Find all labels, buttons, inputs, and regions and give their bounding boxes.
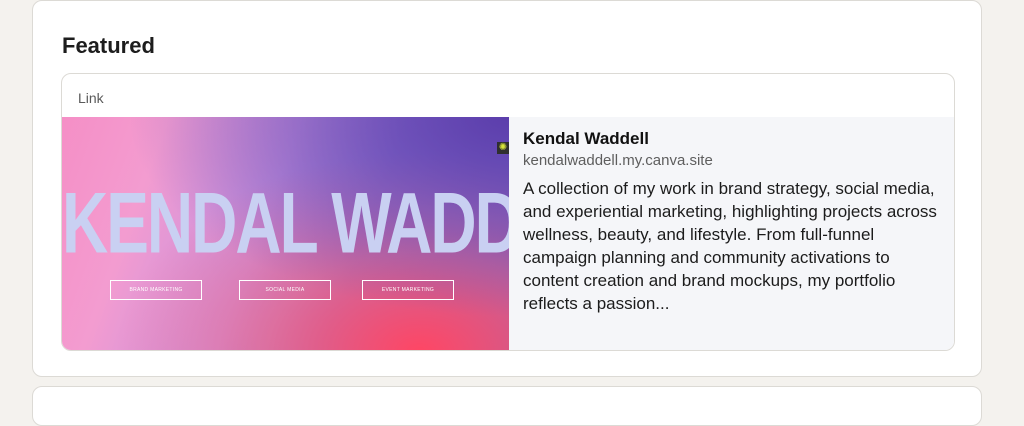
featured-link-item[interactable]: Link KENDAL WADDELL BRAND MARKETING SOCI…	[61, 73, 955, 351]
link-url: kendalwaddell.my.canva.site	[523, 152, 713, 169]
preview-button-brand-marketing: BRAND MARKETING	[110, 280, 202, 300]
preview-button-social-media: SOCIAL MEDIA	[239, 280, 331, 300]
link-description: A collection of my work in brand strateg…	[523, 179, 937, 313]
link-preview-image[interactable]: KENDAL WADDELL BRAND MARKETING SOCIAL ME…	[62, 117, 509, 350]
preview-button-event-marketing: EVENT MARKETING	[362, 280, 454, 300]
sparkle-icon: ✺	[497, 142, 509, 154]
section-title: Featured	[62, 33, 155, 58]
next-section-card	[32, 386, 982, 426]
item-type-label: Link	[78, 90, 104, 106]
featured-section-card: Featured Link KENDAL WADDELL BRAND MARKE…	[32, 0, 982, 377]
link-title: Kendal Waddell	[523, 129, 649, 148]
preview-heading: KENDAL WADDELL	[62, 174, 509, 272]
link-info-panel[interactable]: Kendal Waddell kendalwaddell.my.canva.si…	[509, 117, 954, 350]
